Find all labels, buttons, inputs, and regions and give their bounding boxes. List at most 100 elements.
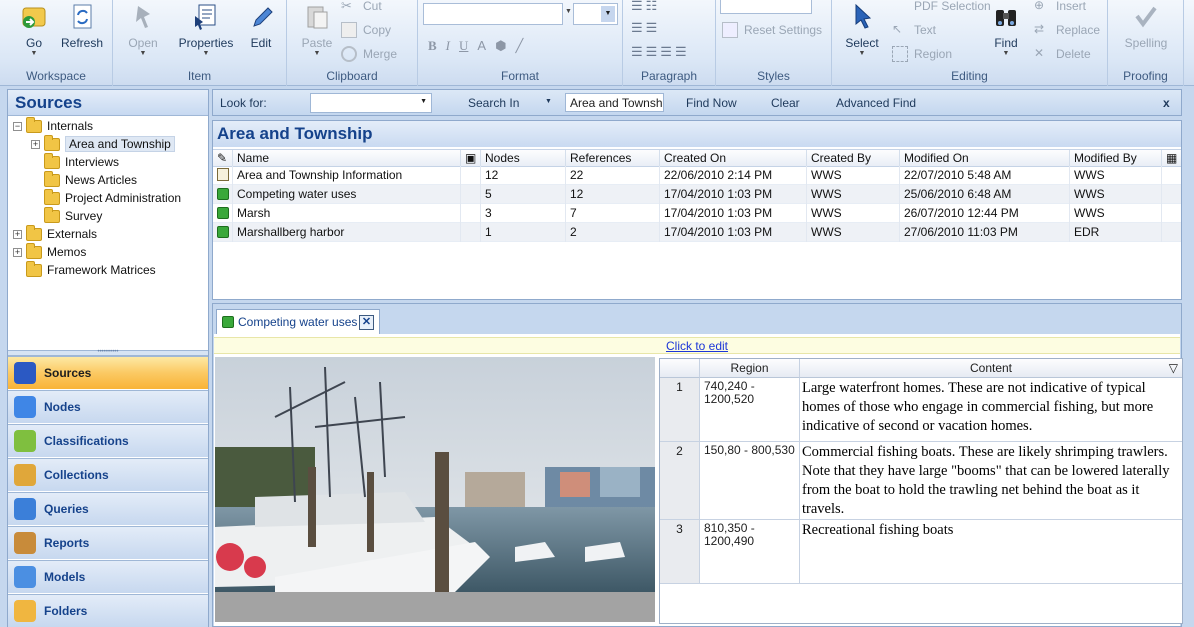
nav-classifications[interactable]: Classifications bbox=[8, 424, 208, 457]
edit-button[interactable]: Edit bbox=[235, 0, 287, 62]
table-row[interactable]: Competing water uses 5 12 17/04/2010 1:03 P… bbox=[213, 185, 1181, 204]
region-row[interactable]: 2 150,80 - 800,530 Commercial fishing boat… bbox=[660, 442, 1182, 520]
text-select-button[interactable]: ↖ Text bbox=[892, 20, 936, 40]
region-column-header[interactable]: Region bbox=[700, 359, 800, 378]
list-buttons[interactable]: ☰☷ bbox=[631, 0, 660, 14]
look-for-label: Look for: bbox=[220, 96, 267, 110]
cell-name: Competing water uses bbox=[233, 185, 461, 204]
find-now-button[interactable]: Find Now bbox=[686, 96, 737, 110]
nav-models[interactable]: Models bbox=[8, 560, 208, 593]
region-content[interactable]: Commercial fishing boats. These are like… bbox=[800, 442, 1182, 519]
row-spacer bbox=[461, 223, 481, 242]
cursor-arrow-icon bbox=[855, 3, 872, 29]
search-in-button[interactable]: Search In bbox=[468, 96, 519, 110]
italic-button[interactable]: I bbox=[446, 38, 450, 54]
style-select[interactable] bbox=[720, 0, 812, 14]
select-label: Select bbox=[845, 36, 879, 50]
tree-item[interactable]: News Articles bbox=[31, 170, 137, 189]
nav-sources[interactable]: Sources bbox=[8, 356, 208, 389]
collections-icon bbox=[14, 464, 36, 486]
click-to-edit-link[interactable]: Click to edit bbox=[214, 337, 1180, 354]
merge-button[interactable]: Merge bbox=[341, 44, 397, 64]
collapse-icon[interactable]: − bbox=[13, 121, 22, 131]
region-row[interactable]: 3 810,350 - 1200,490 Recreational fishing … bbox=[660, 520, 1182, 584]
expand-icon[interactable]: + bbox=[13, 229, 22, 239]
expand-icon[interactable]: + bbox=[13, 247, 22, 257]
row-spacer bbox=[461, 166, 481, 185]
content-column-header[interactable]: Content ▽ bbox=[800, 359, 1182, 378]
nav-collections[interactable]: Collections bbox=[8, 458, 208, 491]
nav-folders[interactable]: Folders bbox=[8, 594, 208, 627]
advanced-find-button[interactable]: Advanced Find bbox=[836, 96, 916, 110]
clear-button[interactable]: Clear bbox=[771, 96, 800, 110]
cut-button[interactable]: ✂ Cut bbox=[341, 0, 382, 16]
line-icon[interactable]: ╱ bbox=[515, 38, 523, 54]
highlight-icon[interactable]: ⬢ bbox=[495, 38, 506, 54]
font-size-select[interactable]: ▼ bbox=[573, 3, 618, 25]
cell-created-by: WWS bbox=[807, 204, 900, 223]
sources-icon bbox=[14, 362, 36, 384]
scissors-icon: ✂ bbox=[341, 0, 352, 13]
indent-buttons[interactable]: ☰☰ bbox=[631, 20, 660, 36]
font-name-dropdown-icon[interactable]: ▼ bbox=[565, 8, 572, 15]
search-in-field[interactable]: Area and Townsh bbox=[565, 93, 664, 112]
expand-icon[interactable]: + bbox=[31, 139, 40, 149]
nav-label: Nodes bbox=[44, 400, 81, 414]
look-for-input[interactable]: ▼ bbox=[310, 93, 432, 113]
table-row[interactable]: Marshallberg harbor 1 2 17/04/2010 1:03 PM W… bbox=[213, 223, 1181, 242]
tree-item[interactable]: Project Administration bbox=[31, 188, 181, 207]
font-color-button[interactable]: A bbox=[477, 38, 486, 54]
paste-button[interactable]: Paste ▼ bbox=[289, 0, 345, 62]
nav-queries[interactable]: Queries bbox=[8, 492, 208, 525]
align-buttons[interactable]: ☰☰☰☰ bbox=[631, 44, 690, 60]
close-find-bar-button[interactable]: x bbox=[1163, 96, 1170, 110]
copy-button[interactable]: Copy bbox=[341, 20, 391, 40]
font-name-select[interactable] bbox=[423, 3, 563, 25]
spelling-button[interactable]: Spelling bbox=[1118, 0, 1174, 62]
properties-button[interactable]: Properties ▼ bbox=[177, 0, 235, 62]
harbor-photo[interactable] bbox=[215, 357, 655, 592]
cell-modified-by: WWS bbox=[1070, 204, 1162, 223]
region-content[interactable]: Large waterfront homes. These are not in… bbox=[800, 378, 1182, 441]
open-button[interactable]: Open ▼ bbox=[115, 0, 171, 62]
tree-item[interactable]: Interviews bbox=[31, 152, 119, 171]
delete-button[interactable]: ✕ Delete bbox=[1034, 44, 1091, 64]
tree-item[interactable]: Framework Matrices bbox=[13, 260, 156, 279]
open-pin-icon bbox=[136, 6, 150, 28]
region-select-button[interactable]: Region bbox=[892, 44, 952, 64]
nav-nodes[interactable]: Nodes bbox=[8, 390, 208, 423]
close-tab-icon[interactable]: ✕ bbox=[359, 315, 374, 330]
pdf-selection-button[interactable]: PDF Selection bbox=[892, 0, 991, 16]
format-toolbar: B I U A ⬢ ╱ bbox=[428, 38, 523, 54]
tree-item[interactable]: + Area and Township bbox=[31, 134, 175, 153]
folders-icon bbox=[14, 600, 36, 622]
detail-tab[interactable]: Competing water uses ✕ bbox=[216, 309, 380, 334]
underline-button[interactable]: U bbox=[459, 38, 468, 54]
region-row[interactable]: 1 740,240 - 1200,520 Large waterfront home… bbox=[660, 378, 1182, 442]
insert-button[interactable]: ⊕ Insert bbox=[1034, 0, 1086, 16]
tree-item[interactable]: + Memos bbox=[13, 242, 86, 261]
cell-name: Marshallberg harbor bbox=[233, 223, 461, 242]
find-button[interactable]: Find ▼ bbox=[978, 0, 1034, 62]
filter-icon[interactable]: ▽ bbox=[1169, 359, 1178, 377]
cut-label: Cut bbox=[363, 0, 382, 13]
region-content[interactable]: Recreational fishing boats bbox=[800, 520, 1182, 583]
refresh-button[interactable]: Refresh bbox=[54, 0, 110, 62]
tree-item[interactable]: − Internals bbox=[13, 116, 93, 135]
nav-label: Sources bbox=[44, 366, 92, 380]
table-row[interactable]: Area and Township Information 12 22 22/06/2… bbox=[213, 166, 1181, 185]
tree-item[interactable]: + Externals bbox=[13, 224, 97, 243]
search-in-dropdown-icon[interactable]: ▼ bbox=[545, 98, 552, 105]
tree-item[interactable]: Survey bbox=[31, 206, 102, 225]
region-row-number: 2 bbox=[660, 442, 700, 519]
properties-label: Properties bbox=[178, 36, 234, 50]
table-row[interactable]: Marsh 3 7 17/04/2010 1:03 PM WWS 26/07/2010 1… bbox=[213, 204, 1181, 223]
look-for-dropdown-icon[interactable]: ▼ bbox=[420, 98, 427, 105]
bold-button[interactable]: B bbox=[428, 38, 437, 54]
replace-button[interactable]: ⇄ Replace bbox=[1034, 20, 1100, 40]
nav-reports[interactable]: Reports bbox=[8, 526, 208, 559]
item-group-label: Item bbox=[187, 69, 212, 83]
reset-settings-button[interactable]: Reset Settings bbox=[722, 20, 822, 40]
select-button[interactable]: Select ▼ bbox=[834, 0, 890, 62]
region-row-number: 1 bbox=[660, 378, 700, 441]
